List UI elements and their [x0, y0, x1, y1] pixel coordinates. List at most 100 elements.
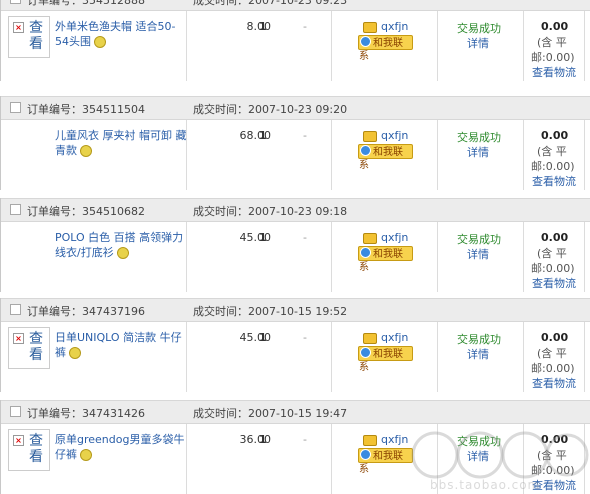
- column-divider: [523, 322, 524, 392]
- broken-image-icon: ×: [13, 435, 24, 446]
- order-number: 订单编号：354512888: [27, 0, 145, 7]
- shipping-note-line1: (含 平: [537, 449, 567, 462]
- order-body: × 查看 日单UNIQLO 简洁款 牛仔裤 45.00 1 - qxfjn 和我…: [1, 322, 590, 392]
- column-divider: [523, 120, 524, 190]
- column-divider: [523, 222, 524, 292]
- product-title-link[interactable]: 外单米色渔夫帽 适合50-54头围: [55, 19, 189, 49]
- order-select-checkbox[interactable]: [10, 406, 21, 417]
- shipping-note-line2: 邮:0.00): [531, 51, 575, 64]
- shipping-note-line1: (含 平: [537, 145, 567, 158]
- seller-link[interactable]: qxfjn: [363, 20, 408, 33]
- shipping-note-line2: 邮:0.00): [531, 464, 575, 477]
- order-time: 成交时间：2007-10-15 19:52: [193, 305, 348, 318]
- detail-link[interactable]: 详情: [467, 35, 489, 51]
- order-time: 成交时间：2007-10-23 09:23: [193, 0, 348, 7]
- trade-status: 交易成功: [457, 435, 501, 448]
- medal-icon: [116, 247, 129, 259]
- medal-icon: [80, 449, 92, 461]
- trade-status: 交易成功: [457, 233, 501, 246]
- view-logistics-link[interactable]: 查看物流: [532, 64, 576, 80]
- column-divider: [437, 322, 438, 392]
- detail-link[interactable]: 详情: [467, 346, 489, 362]
- view-logistics-link[interactable]: 查看物流: [532, 173, 576, 189]
- discount-dash: -: [303, 231, 307, 244]
- detail-link[interactable]: 详情: [467, 448, 489, 464]
- order-select-checkbox[interactable]: [10, 102, 21, 113]
- column-divider: [331, 120, 332, 190]
- trade-status: 交易成功: [457, 22, 501, 35]
- shipping-note-line1: (含 平: [537, 247, 567, 260]
- contact-seller-button[interactable]: 和我联系: [358, 144, 413, 171]
- view-logistics-link[interactable]: 查看物流: [532, 375, 576, 391]
- discount-dash: -: [303, 331, 307, 344]
- order-number: 订单编号：347431426: [27, 407, 145, 420]
- product-thumbnail[interactable]: × 查看: [8, 327, 50, 369]
- order-total: 0.00: [541, 231, 569, 244]
- order-header: 订单编号：354511504 成交时间：2007-10-23 09:20: [1, 96, 590, 120]
- view-image-text: 查看: [29, 433, 43, 465]
- seller-link[interactable]: qxfjn: [363, 331, 408, 344]
- order-select-checkbox[interactable]: [10, 304, 21, 315]
- discount-dash: -: [303, 129, 307, 142]
- order-total: 0.00: [541, 433, 569, 446]
- shipping-note-line2: 邮:0.00): [531, 362, 575, 375]
- view-logistics-link[interactable]: 查看物流: [532, 275, 576, 291]
- wangwang-icon: [363, 434, 377, 446]
- contact-seller-button[interactable]: 和我联系: [358, 35, 413, 62]
- detail-link[interactable]: 详情: [467, 144, 489, 160]
- order-body: POLO 白色 百搭 高领弹力线衣/打底衫 45.00 1 - qxfjn 和我…: [1, 222, 590, 292]
- column-divider: [584, 424, 585, 494]
- order-card: 订单编号：354511504 成交时间：2007-10-23 09:20 儿童风…: [0, 96, 590, 190]
- order-time: 成交时间：2007-10-15 19:47: [193, 407, 348, 420]
- medal-icon: [69, 347, 81, 359]
- order-select-checkbox[interactable]: [10, 0, 21, 4]
- product-title-link[interactable]: 日单UNIQLO 简洁款 牛仔裤: [55, 330, 189, 360]
- contact-seller-button[interactable]: 和我联系: [358, 448, 413, 475]
- seller-link[interactable]: qxfjn: [363, 129, 408, 142]
- column-divider: [437, 11, 438, 81]
- discount-dash: -: [303, 433, 307, 446]
- product-title-link[interactable]: 原单greendog男童多袋牛仔裤: [55, 432, 189, 462]
- order-number: 订单编号：354511504: [27, 103, 145, 116]
- column-divider: [584, 322, 585, 392]
- view-image-text: 查看: [29, 20, 43, 52]
- shipping-note-line1: (含 平: [537, 347, 567, 360]
- seller-link[interactable]: qxfjn: [363, 433, 408, 446]
- shipping-note-line2: 邮:0.00): [531, 262, 575, 275]
- chat-icon: [360, 145, 371, 156]
- chat-icon: [360, 36, 371, 47]
- order-number: 订单编号：347437196: [27, 305, 145, 318]
- column-divider: [584, 222, 585, 292]
- item-quantity: 1: [259, 129, 267, 142]
- order-select-checkbox[interactable]: [10, 204, 21, 215]
- wangwang-icon: [363, 232, 377, 244]
- chat-icon: [360, 247, 371, 258]
- order-header: 订单编号：354510682 成交时间：2007-10-23 09:18: [1, 198, 590, 222]
- column-divider: [331, 322, 332, 392]
- column-divider: [331, 424, 332, 494]
- product-title-link[interactable]: POLO 白色 百搭 高领弹力线衣/打底衫: [55, 230, 189, 260]
- item-quantity: 1: [259, 231, 267, 244]
- column-divider: [331, 222, 332, 292]
- contact-seller-button[interactable]: 和我联系: [358, 246, 413, 273]
- order-time: 成交时间：2007-10-23 09:20: [193, 103, 348, 116]
- order-header: 订单编号：347437196 成交时间：2007-10-15 19:52: [1, 298, 590, 322]
- broken-image-icon: ×: [13, 22, 24, 33]
- contact-seller-button[interactable]: 和我联系: [358, 346, 413, 373]
- discount-dash: -: [303, 20, 307, 33]
- column-divider: [584, 120, 585, 190]
- product-thumbnail[interactable]: × 查看: [8, 16, 50, 58]
- column-divider: [584, 11, 585, 81]
- chat-icon: [360, 449, 371, 460]
- seller-link[interactable]: qxfjn: [363, 231, 408, 244]
- order-total: 0.00: [541, 331, 569, 344]
- column-divider: [331, 11, 332, 81]
- wangwang-icon: [363, 130, 377, 142]
- column-divider: [437, 120, 438, 190]
- product-title-link[interactable]: 儿童风衣 厚夹衬 帽可卸 藏青款: [55, 128, 189, 158]
- column-divider: [523, 11, 524, 81]
- detail-link[interactable]: 详情: [467, 246, 489, 262]
- trade-status: 交易成功: [457, 131, 501, 144]
- wangwang-icon: [363, 332, 377, 344]
- product-thumbnail[interactable]: × 查看: [8, 429, 50, 471]
